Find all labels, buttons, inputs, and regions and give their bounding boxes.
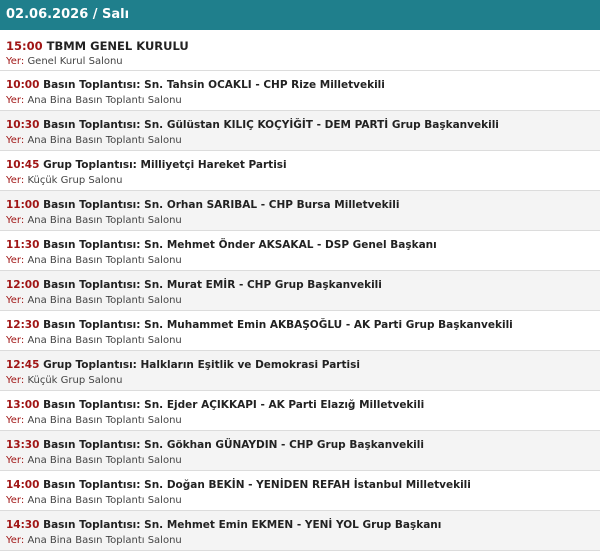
agenda-item-location: Küçük Grup Salonu [27, 175, 123, 186]
agenda-item-location: Ana Bina Basın Toplantı Salonu [27, 335, 182, 346]
location-label: Yer: [6, 295, 25, 306]
agenda-item[interactable]: 14:00 Basın Toplantısı: Sn. Doğan BEKİN … [0, 471, 600, 511]
agenda-item-title: Basın Toplantısı: Sn. Murat EMİR - CHP G… [43, 279, 382, 291]
agenda-item-title: Basın Toplantısı: Sn. Orhan SARIBAL - CH… [43, 199, 400, 211]
agenda-item-title-line: 15:00 TBMM GENEL KURULU [6, 39, 594, 53]
agenda-item-location-line: Yer: Ana Bina Basın Toplantı Salonu [6, 494, 594, 507]
agenda-item[interactable]: 13:00 Basın Toplantısı: Sn. Ejder AÇIKKA… [0, 391, 600, 431]
agenda-item-time: 12:30 [6, 319, 40, 331]
location-label: Yer: [6, 215, 25, 226]
agenda-item-location-line: Yer: Ana Bina Basın Toplantı Salonu [6, 254, 594, 267]
agenda-item-location: Ana Bina Basın Toplantı Salonu [27, 415, 182, 426]
agenda-item[interactable]: 11:30 Basın Toplantısı: Sn. Mehmet Önder… [0, 231, 600, 271]
agenda-item[interactable]: 10:30 Basın Toplantısı: Sn. Gülüstan KIL… [0, 111, 600, 151]
agenda-item[interactable]: 15:00 TBMM GENEL KURULU Yer: Genel Kurul… [0, 30, 600, 71]
agenda-item-location: Ana Bina Basın Toplantı Salonu [27, 135, 182, 146]
location-label: Yer: [6, 535, 25, 546]
agenda-item-time: 11:30 [6, 239, 40, 251]
agenda-item-location-line: Yer: Küçük Grup Salonu [6, 174, 594, 187]
agenda-item-title: Basın Toplantısı: Sn. Mehmet Önder AKSAK… [43, 239, 437, 251]
agenda-item-title-line: 10:30 Basın Toplantısı: Sn. Gülüstan KIL… [6, 119, 594, 132]
agenda-item-title: TBMM GENEL KURULU [46, 39, 189, 53]
agenda-item-location: Ana Bina Basın Toplantı Salonu [27, 215, 182, 226]
location-label: Yer: [6, 455, 25, 466]
agenda-item-location: Ana Bina Basın Toplantı Salonu [27, 95, 182, 106]
agenda-item-title: Basın Toplantısı: Sn. Tahsin OCAKLI - CH… [43, 79, 385, 91]
agenda-item-time: 12:45 [6, 359, 40, 371]
agenda-item-location-line: Yer: Ana Bina Basın Toplantı Salonu [6, 134, 594, 147]
agenda-item-title-line: 11:30 Basın Toplantısı: Sn. Mehmet Önder… [6, 239, 594, 252]
agenda-item-location-line: Yer: Ana Bina Basın Toplantı Salonu [6, 214, 594, 227]
agenda-item-location-line: Yer: Ana Bina Basın Toplantı Salonu [6, 454, 594, 467]
location-label: Yer: [6, 95, 25, 106]
agenda-item-location-line: Yer: Ana Bina Basın Toplantı Salonu [6, 294, 594, 307]
agenda-item-location: Küçük Grup Salonu [27, 375, 123, 386]
agenda-item-time: 12:00 [6, 279, 40, 291]
agenda-item-title: Basın Toplantısı: Sn. Doğan BEKİN - YENİ… [43, 479, 471, 491]
agenda-item-title-line: 13:00 Basın Toplantısı: Sn. Ejder AÇIKKA… [6, 399, 594, 412]
agenda-item-title: Grup Toplantısı: Milliyetçi Hareket Part… [43, 159, 287, 171]
agenda-item[interactable]: 14:30 Basın Toplantısı: Sn. Mehmet Emin … [0, 511, 600, 551]
agenda-item-title-line: 13:30 Basın Toplantısı: Sn. Gökhan GÜNAY… [6, 439, 594, 452]
agenda-item-time: 14:30 [6, 519, 40, 531]
agenda-item-title-line: 12:00 Basın Toplantısı: Sn. Murat EMİR -… [6, 279, 594, 292]
agenda-item-time: 10:30 [6, 119, 40, 131]
agenda-item-title-line: 10:00 Basın Toplantısı: Sn. Tahsin OCAKL… [6, 79, 594, 92]
agenda-item[interactable]: 10:00 Basın Toplantısı: Sn. Tahsin OCAKL… [0, 71, 600, 111]
agenda-item[interactable]: 13:30 Basın Toplantısı: Sn. Gökhan GÜNAY… [0, 431, 600, 471]
location-label: Yer: [6, 175, 25, 186]
agenda-item-title: Basın Toplantısı: Sn. Muhammet Emin AKBA… [43, 319, 513, 331]
agenda-item[interactable]: 10:45 Grup Toplantısı: Milliyetçi Hareke… [0, 151, 600, 191]
agenda-item-location-line: Yer: Genel Kurul Salonu [6, 55, 594, 68]
agenda-item[interactable]: 12:30 Basın Toplantısı: Sn. Muhammet Emi… [0, 311, 600, 351]
agenda-item-time: 15:00 [6, 39, 43, 53]
agenda-item-time: 13:00 [6, 399, 40, 411]
location-label: Yer: [6, 415, 25, 426]
agenda-item-location: Ana Bina Basın Toplantı Salonu [27, 455, 182, 466]
agenda-item[interactable]: 12:00 Basın Toplantısı: Sn. Murat EMİR -… [0, 271, 600, 311]
location-label: Yer: [6, 495, 25, 506]
agenda-item-time: 11:00 [6, 199, 40, 211]
location-label: Yer: [6, 135, 25, 146]
agenda-item-title: Basın Toplantısı: Sn. Gülüstan KILIÇ KOÇ… [43, 119, 499, 131]
agenda-item-location: Ana Bina Basın Toplantı Salonu [27, 295, 182, 306]
agenda-item-time: 14:00 [6, 479, 40, 491]
agenda-item-title-line: 10:45 Grup Toplantısı: Milliyetçi Hareke… [6, 159, 594, 172]
agenda-item-title-line: 14:30 Basın Toplantısı: Sn. Mehmet Emin … [6, 519, 594, 532]
agenda-item-title-line: 12:30 Basın Toplantısı: Sn. Muhammet Emi… [6, 319, 594, 332]
agenda-item-location-line: Yer: Ana Bina Basın Toplantı Salonu [6, 334, 594, 347]
agenda-item-location-line: Yer: Küçük Grup Salonu [6, 374, 594, 387]
agenda-item-title: Basın Toplantısı: Sn. Mehmet Emin EKMEN … [43, 519, 442, 531]
agenda-item[interactable]: 12:45 Grup Toplantısı: Halkların Eşitlik… [0, 351, 600, 391]
agenda-item-location-line: Yer: Ana Bina Basın Toplantı Salonu [6, 414, 594, 427]
location-label: Yer: [6, 56, 25, 67]
agenda-item-title-line: 11:00 Basın Toplantısı: Sn. Orhan SARIBA… [6, 199, 594, 212]
agenda-item-location: Ana Bina Basın Toplantı Salonu [27, 255, 182, 266]
agenda-item-location-line: Yer: Ana Bina Basın Toplantı Salonu [6, 534, 594, 547]
agenda-item-title: Basın Toplantısı: Sn. Gökhan GÜNAYDIN - … [43, 439, 424, 451]
date-header-label: 02.06.2026 / Salı [6, 7, 130, 22]
agenda-item-title: Grup Toplantısı: Halkların Eşitlik ve De… [43, 359, 360, 371]
agenda-item[interactable]: 11:00 Basın Toplantısı: Sn. Orhan SARIBA… [0, 191, 600, 231]
agenda-item-title-line: 14:00 Basın Toplantısı: Sn. Doğan BEKİN … [6, 479, 594, 492]
agenda-item-time: 13:30 [6, 439, 40, 451]
agenda-item-location: Ana Bina Basın Toplantı Salonu [27, 495, 182, 506]
agenda-item-location: Genel Kurul Salonu [27, 56, 123, 67]
location-label: Yer: [6, 255, 25, 266]
agenda-item-title-line: 12:45 Grup Toplantısı: Halkların Eşitlik… [6, 359, 594, 372]
date-header: 02.06.2026 / Salı [0, 0, 600, 30]
location-label: Yer: [6, 375, 25, 386]
location-label: Yer: [6, 335, 25, 346]
agenda-item-location-line: Yer: Ana Bina Basın Toplantı Salonu [6, 94, 594, 107]
agenda-item-title: Basın Toplantısı: Sn. Ejder AÇIKKAPI - A… [43, 399, 425, 411]
agenda-item-location: Ana Bina Basın Toplantı Salonu [27, 535, 182, 546]
agenda-list: 15:00 TBMM GENEL KURULU Yer: Genel Kurul… [0, 30, 600, 551]
agenda-item-time: 10:00 [6, 79, 40, 91]
agenda-item-time: 10:45 [6, 159, 40, 171]
